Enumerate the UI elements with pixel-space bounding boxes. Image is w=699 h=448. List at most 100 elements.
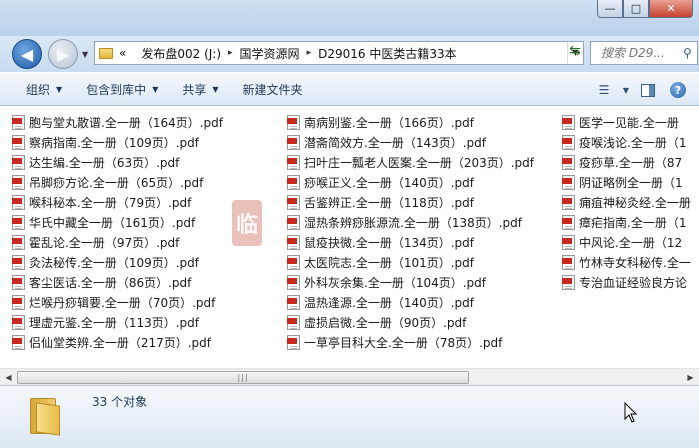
chevron-down-icon: ▼ [152, 84, 159, 94]
breadcrumb: « 发布盘002 (J:) ▸ 国学资源网 ▸ D29016 中医类古籍33本 [119, 45, 457, 62]
file-item[interactable]: 中风论.全一册（12 [562, 232, 691, 252]
file-item[interactable]: 湿热条辨痧胀源流.全一册（138页）.pdf [287, 212, 534, 232]
recent-pages-dropdown[interactable]: ▼ [82, 50, 88, 59]
file-item[interactable]: 瘴疟指南.全一册（1 [562, 212, 691, 232]
minimize-button[interactable]: — [597, 0, 623, 18]
scroll-left-button[interactable]: ◀ [0, 369, 17, 386]
file-item[interactable]: 烂喉丹痧辑要.全一册（70页）.pdf [12, 292, 223, 312]
file-item[interactable]: 理虚元鉴.全一册（113页）.pdf [12, 312, 223, 332]
close-button[interactable]: ✕ [649, 0, 693, 18]
breadcrumb-current[interactable]: D29016 中医类古籍33本 [318, 45, 457, 62]
pdf-file-icon [562, 214, 575, 230]
file-item[interactable]: 华氏中藏全一册（161页）.pdf [12, 212, 223, 232]
pdf-file-icon [12, 194, 25, 210]
file-item[interactable]: 察病指南.全一册（109页）.pdf [12, 132, 223, 152]
back-arrow-icon: ◀ [20, 44, 34, 64]
file-item[interactable]: 外科灰余集.全一册（104页）.pdf [287, 272, 534, 292]
file-name: 医学一见能.全一册 [579, 115, 679, 130]
forward-button[interactable]: ▶ [48, 39, 78, 69]
file-item[interactable]: 吊脚痧方论.全一册（65页）.pdf [12, 172, 223, 192]
file-item[interactable]: 一草亭目科大全.全一册（78页）.pdf [287, 332, 534, 352]
file-item[interactable]: 南病别鉴.全一册（166页）.pdf [287, 112, 534, 132]
file-name: 扫叶庄一瓢老人医案.全一册（203页）.pdf [304, 155, 534, 170]
file-item[interactable]: 痧喉正义.全一册（140页）.pdf [287, 172, 534, 192]
file-item[interactable]: 扫叶庄一瓢老人医案.全一册（203页）.pdf [287, 152, 534, 172]
include-in-library-button[interactable]: 包含到库中 ▼ [74, 77, 170, 101]
horizontal-scrollbar[interactable]: ◀ ||| ▶ [0, 368, 699, 385]
file-name: 鼠疫抉微.全一册（134页）.pdf [304, 235, 474, 250]
scroll-right-button[interactable]: ▶ [682, 369, 699, 386]
file-name: 痈疽神秘灸经.全一册 [579, 195, 691, 210]
breadcrumb-separator[interactable]: ▸ [307, 48, 312, 58]
file-name: 客尘医话.全一册（86页）.pdf [29, 275, 192, 290]
file-item[interactable]: 客尘医话.全一册（86页）.pdf [12, 272, 223, 292]
view-dropdown-button[interactable]: ▼ [619, 78, 633, 102]
file-item[interactable]: 温热逢源.全一册（140页）.pdf [287, 292, 534, 312]
chevron-down-icon: ▼ [622, 85, 630, 95]
file-name: 理虚元鉴.全一册（113页）.pdf [29, 315, 199, 330]
address-bar[interactable]: « 发布盘002 (J:) ▸ 国学资源网 ▸ D29016 中医类古籍33本 … [94, 41, 584, 65]
breadcrumb-folder[interactable]: 国学资源网 [240, 45, 300, 62]
share-button[interactable]: 共享 ▼ [170, 77, 230, 101]
pdf-file-icon [287, 234, 300, 250]
file-list: 胞与堂丸散谱.全一册（164页）.pdf 察病指南.全一册（109页）.pdf 达生… [0, 106, 699, 368]
file-item[interactable]: 太医院志.全一册（101页）.pdf [287, 252, 534, 272]
file-name: 胞与堂丸散谱.全一册（164页）.pdf [29, 115, 223, 130]
search-box[interactable]: ⚲ [590, 41, 698, 65]
file-item[interactable]: 胞与堂丸散谱.全一册（164页）.pdf [12, 112, 223, 132]
file-name: 外科灰余集.全一册（104页）.pdf [304, 275, 486, 290]
file-name: 竹林寺女科秘传.全一 [579, 255, 691, 270]
file-item[interactable]: 舌鉴辨正.全一册（118页）.pdf [287, 192, 534, 212]
file-item[interactable]: 潜斋简效方.全一册（143页）.pdf [287, 132, 534, 152]
file-column-3: 医学一见能.全一册 疫喉浅论.全一册（1 疫痧草.全一册（87 阴证略例全一册（1 痈疽… [562, 112, 691, 292]
pdf-file-icon [562, 274, 575, 290]
refresh-button[interactable]: ⇆ [564, 43, 586, 63]
file-item[interactable]: 喉科秘本.全一册（79页）.pdf [12, 192, 223, 212]
file-name: 达生编.全一册（63页）.pdf [29, 155, 180, 170]
file-item[interactable]: 达生编.全一册（63页）.pdf [12, 152, 223, 172]
grip-icon: ||| [237, 373, 249, 382]
organize-button[interactable]: 组织 ▼ [14, 77, 74, 101]
pdf-file-icon [287, 294, 300, 310]
breadcrumb-drive[interactable]: 发布盘002 (J:) [141, 45, 221, 62]
search-input[interactable] [601, 46, 683, 60]
help-button[interactable]: ? [663, 78, 693, 102]
file-item[interactable]: 竹林寺女科秘传.全一 [562, 252, 691, 272]
preview-pane-button[interactable] [633, 78, 663, 102]
file-item[interactable]: 灸法秘传.全一册（109页）.pdf [12, 252, 223, 272]
file-item[interactable]: 虚损启微.全一册（90页）.pdf [287, 312, 534, 332]
scrollbar-thumb[interactable]: ||| [17, 371, 469, 384]
pdf-file-icon [562, 114, 575, 130]
file-item[interactable]: 疫痧草.全一册（87 [562, 152, 691, 172]
pdf-file-icon [12, 334, 25, 350]
pdf-file-icon [287, 194, 300, 210]
file-item[interactable]: 专治血证经验良方论 [562, 272, 691, 292]
file-item[interactable]: 霍乱论.全一册（97页）.pdf [12, 232, 223, 252]
pdf-file-icon [12, 274, 25, 290]
breadcrumb-overflow[interactable]: « [119, 46, 126, 60]
maximize-button[interactable]: □ [623, 0, 649, 18]
search-icon[interactable]: ⚲ [683, 46, 697, 60]
file-name: 太医院志.全一册（101页）.pdf [304, 255, 474, 270]
pdf-file-icon [12, 234, 25, 250]
view-options-button[interactable]: ☰ [589, 78, 619, 102]
file-name: 吊脚痧方论.全一册（65页）.pdf [29, 175, 204, 190]
file-name: 疫痧草.全一册（87 [579, 155, 683, 170]
pdf-file-icon [562, 234, 575, 250]
pdf-file-icon [562, 134, 575, 150]
file-name: 南病别鉴.全一册（166页）.pdf [304, 115, 474, 130]
pdf-file-icon [12, 294, 25, 310]
file-name: 疫喉浅论.全一册（1 [579, 135, 687, 150]
file-item[interactable]: 疫喉浅论.全一册（1 [562, 132, 691, 152]
new-folder-button[interactable]: 新建文件夹 [231, 77, 315, 101]
forward-arrow-icon: ▶ [56, 44, 70, 64]
file-item[interactable]: 痈疽神秘灸经.全一册 [562, 192, 691, 212]
file-item[interactable]: 侣仙堂类辨.全一册（217页）.pdf [12, 332, 223, 352]
file-item[interactable]: 阴证略例全一册（1 [562, 172, 691, 192]
list-view-icon: ☰ [598, 83, 610, 97]
breadcrumb-separator[interactable]: ▸ [228, 48, 233, 58]
file-item[interactable]: 医学一见能.全一册 [562, 112, 691, 132]
title-bar: — □ ✕ [0, 0, 699, 36]
back-button[interactable]: ◀ [12, 39, 42, 69]
file-item[interactable]: 鼠疫抉微.全一册（134页）.pdf [287, 232, 534, 252]
